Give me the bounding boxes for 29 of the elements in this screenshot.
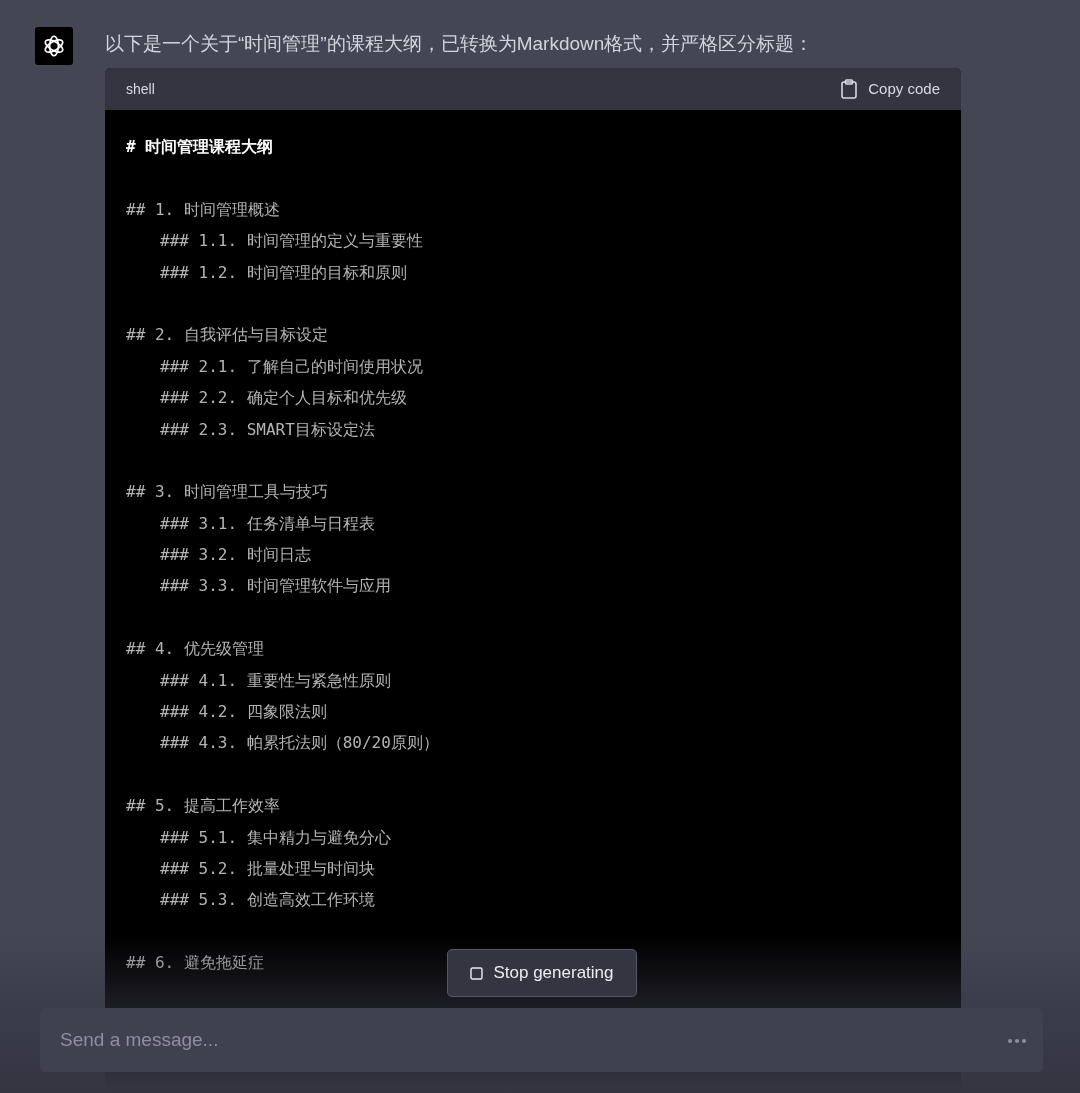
code-subheading-line: ### 5.1. 集中精力与避免分心: [159, 827, 391, 847]
code-subheading-line: ### 3.1. 任务清单与日程表: [159, 513, 375, 533]
code-heading-line: ## 4. 优先级管理: [126, 639, 264, 659]
code-subheading-line: ### 2.3. SMART目标设定法: [159, 419, 375, 439]
code-language: shell: [126, 79, 155, 99]
code-subheading-line: ### 1.2. 时间管理的目标和原则: [159, 262, 407, 282]
code-subheading-line: ### 4.3. 帕累托法则（80/20原则）: [159, 733, 439, 753]
message-input[interactable]: Send a message...: [40, 1008, 1043, 1072]
code-subheading-line: ### 5.2. 批量处理与时间块: [159, 859, 375, 878]
code-heading-line: ## 6. 避免拖延症: [126, 953, 264, 973]
code-heading-line: ## 5. 提高工作效率: [126, 796, 280, 816]
stop-generating-button[interactable]: Stop generating: [447, 949, 637, 997]
stop-icon: [470, 966, 484, 980]
code-subheading-line: ### 2.1. 了解自己的时间使用状况: [159, 356, 423, 376]
code-subheading-line: ### 3.2. 时间日志: [159, 545, 311, 565]
clipboard-icon: [840, 79, 859, 99]
code-subheading-line: ### 5.3. 创造高效工作环境: [159, 890, 375, 910]
code-title-line: # 时间管理课程大纲: [126, 137, 274, 156]
code-subheading-line: ### 4.2. 四象限法则: [159, 702, 327, 722]
code-subheading-line: ### 4.1. 重要性与紧急性原则: [159, 670, 391, 690]
code-heading-line: ## 3. 时间管理工具与技巧: [126, 482, 328, 502]
code-subheading-line: ### 2.2. 确定个人目标和优先级: [159, 388, 407, 408]
more-icon: [1008, 1039, 1026, 1043]
code-heading-line: ## 1. 时间管理概述: [126, 199, 280, 219]
code-subheading-line: ### 3.3. 时间管理软件与应用: [159, 576, 391, 596]
copy-code-button[interactable]: Copy code: [840, 77, 940, 101]
message-text: 以下是一个关于“时间管理”的课程大纲，已转换为Markdown格式，并严格区分标题：: [105, 32, 815, 56]
code-subheading-line: ### 1.1. 时间管理的定义与重要性: [159, 231, 423, 251]
code-heading-line: ## 2. 自我评估与目标设定: [126, 325, 328, 345]
